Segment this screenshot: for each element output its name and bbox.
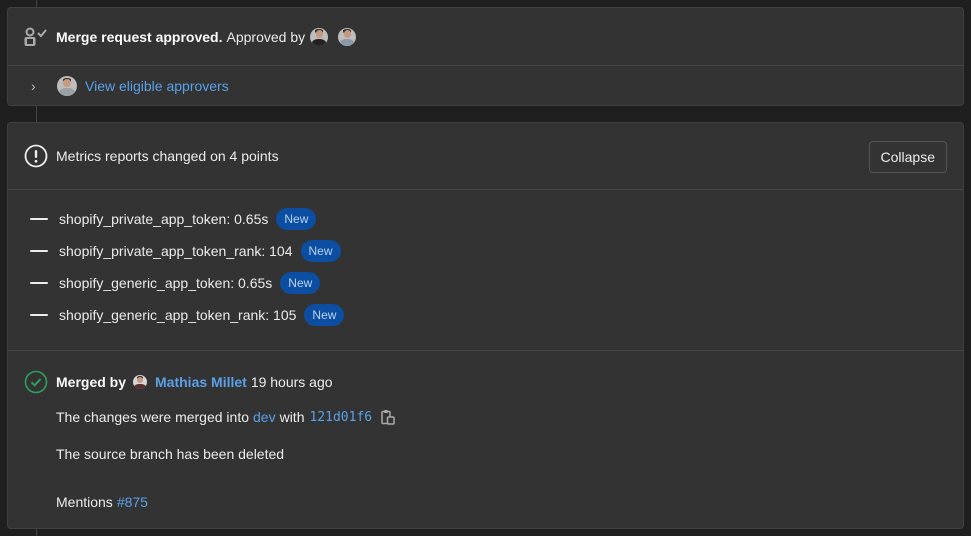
metric-item: shopify_private_app_token_rank: 104 New [30, 239, 963, 263]
metrics-header: Metrics reports changed on 4 points [8, 123, 963, 189]
metric-text: shopify_private_app_token: 0.65s [59, 211, 269, 227]
exclamation-circle-icon [24, 144, 48, 168]
approval-status-row: Merge request approved. Approved by [8, 8, 963, 65]
dash-icon [30, 250, 48, 252]
new-badge: New [300, 240, 341, 262]
dash-icon [30, 314, 48, 316]
metrics-merged-panel: Metrics reports changed on 4 points Coll… [7, 122, 964, 529]
divider [8, 350, 963, 351]
approver-avatar[interactable] [338, 27, 357, 46]
metrics-title: Metrics reports changed on 4 points [56, 148, 279, 164]
new-badge: New [276, 208, 317, 230]
mention-ref-link[interactable]: #875 [117, 494, 148, 510]
approval-panel: Merge request approved. Approved by › Vi… [7, 7, 964, 106]
new-badge: New [304, 304, 345, 326]
commit-link[interactable]: 121d01f6 [309, 410, 372, 425]
metric-item: shopify_generic_app_token: 0.65s New [30, 271, 963, 295]
approval-title: Merge request approved. [56, 28, 223, 45]
merger-user-link[interactable]: Mathias Millet [155, 374, 247, 390]
with-label: with [279, 409, 305, 425]
view-eligible-approvers-link[interactable]: View eligible approvers [85, 78, 229, 94]
clipboard-icon[interactable] [381, 409, 395, 425]
merged-by-label: Merged by [56, 374, 127, 390]
branch-link[interactable]: dev [253, 409, 276, 425]
check-circle-icon [24, 370, 48, 394]
dash-icon [30, 218, 48, 220]
metric-item: shopify_generic_app_token_rank: 105 New [30, 303, 963, 327]
source-branch-text: The source branch has been deleted [56, 446, 285, 462]
merged-time: 19 hours ago [250, 374, 333, 390]
mentions-label: Mentions [56, 494, 113, 510]
metric-item: shopify_private_app_token: 0.65s New [30, 207, 963, 231]
chevron-right-icon[interactable]: › [31, 78, 41, 94]
metric-text: shopify_generic_app_token_rank: 105 [59, 307, 297, 323]
source-branch-line: The source branch has been deleted [56, 444, 963, 464]
approver-avatar [57, 76, 77, 96]
eligible-approvers-row[interactable]: › View eligible approvers [8, 66, 963, 106]
mentions-line: Mentions #875 [56, 492, 963, 512]
changes-prefix: The changes were merged into [56, 409, 249, 425]
divider [8, 189, 963, 190]
merger-avatar[interactable] [133, 375, 148, 389]
metric-text: shopify_private_app_token_rank: 104 [59, 243, 293, 259]
approved-by-label: Approved by [226, 28, 306, 45]
dash-icon [30, 282, 48, 284]
approver-avatar[interactable] [310, 27, 329, 46]
user-check-icon [24, 27, 47, 46]
metric-text: shopify_generic_app_token: 0.65s [59, 275, 273, 291]
new-badge: New [280, 272, 321, 294]
collapse-button[interactable]: Collapse [868, 141, 947, 173]
merged-into-line: The changes were merged into dev with 12… [56, 407, 963, 427]
merged-header: Merged by Mathias Millet 19 hours ago [8, 369, 963, 395]
